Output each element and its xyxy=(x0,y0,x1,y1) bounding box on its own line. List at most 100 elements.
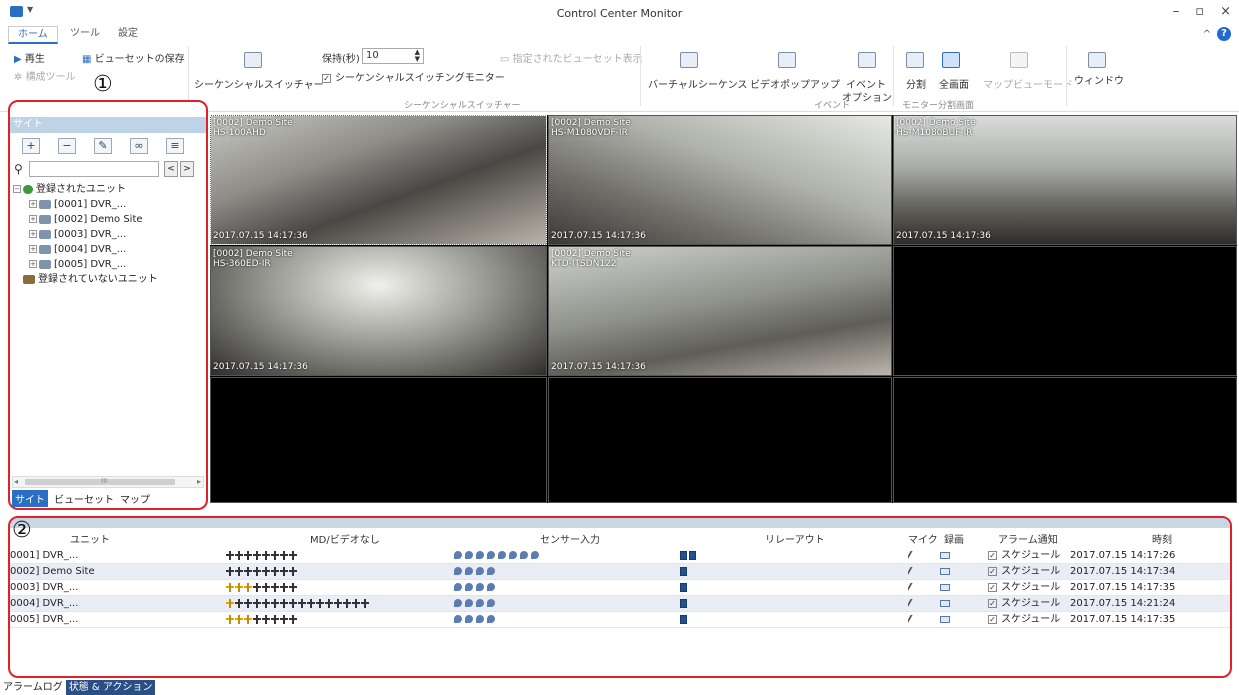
scroll-thumb[interactable] xyxy=(25,479,175,485)
time-cell: 2017.07.15 14:17:34 xyxy=(1070,566,1176,577)
link-icon[interactable]: ∞ xyxy=(130,138,148,154)
relay-icon[interactable] xyxy=(680,582,687,592)
expand-icon[interactable]: + xyxy=(29,200,37,208)
tab-alarm-log[interactable]: アラームログ xyxy=(0,680,66,695)
mic-icon[interactable] xyxy=(908,614,917,624)
relay-icon[interactable] xyxy=(689,550,696,560)
motion-icon xyxy=(334,598,342,608)
collapse-icon[interactable]: − xyxy=(13,185,21,193)
alarm-checkbox[interactable]: ✓ xyxy=(988,614,997,624)
save-viewset-button[interactable]: ▦ ビューセットの保存 xyxy=(82,50,185,65)
video-tile-empty[interactable] xyxy=(893,246,1237,376)
config-tool-button[interactable]: ✲ 構成ツール xyxy=(14,68,76,83)
specified-viewset-button[interactable]: ▭ 指定されたビューセット表示 xyxy=(500,50,643,65)
spinner-icon[interactable]: ▲ ▼ xyxy=(415,49,420,63)
tab-status-action[interactable]: 状態 & アクション xyxy=(65,680,156,695)
next-button[interactable]: > xyxy=(180,161,194,177)
tab-map[interactable]: マップ xyxy=(120,491,150,506)
sort-icon[interactable]: ≡ xyxy=(166,138,184,154)
table-row[interactable]: 0005] DVR_... ✓ スケジュール 2017.07.15 14:17:35 xyxy=(10,612,1230,628)
alarm-checkbox[interactable]: ✓ xyxy=(988,598,997,608)
motion-icon xyxy=(307,598,315,608)
tab-home[interactable]: ホーム xyxy=(8,26,58,44)
relay-icon[interactable] xyxy=(680,550,687,560)
mic-icon[interactable] xyxy=(908,566,917,576)
window-button[interactable]: ウィンドウ xyxy=(1074,72,1124,87)
globe-icon xyxy=(23,184,33,194)
video-timestamp: 2017.07.15 14:17:36 xyxy=(213,362,308,372)
table-row[interactable]: 0002] Demo Site ✓ スケジュール 2017.07.15 14:17:3… xyxy=(10,564,1230,580)
tree-item-unit[interactable]: + [0005] DVR_... xyxy=(13,257,205,272)
video-tile-empty[interactable] xyxy=(210,377,547,503)
mic-icon[interactable] xyxy=(908,598,917,608)
record-icon[interactable] xyxy=(940,567,950,575)
horizontal-scrollbar[interactable]: ◂ III ▸ xyxy=(12,476,204,488)
mic-icon[interactable] xyxy=(908,582,917,592)
expand-icon[interactable]: + xyxy=(29,260,37,268)
record-icon[interactable] xyxy=(940,615,950,623)
video-tile[interactable]: [0002] Demo Site KTD-ITSDN122 2017.07.15 … xyxy=(548,246,892,376)
fullscreen-button[interactable]: 全画面 xyxy=(939,76,969,91)
video-tile[interactable]: [0002] Demo Site HS-360ED-IR 2017.07.15 1… xyxy=(210,246,547,376)
hold-seconds-input[interactable]: 10 ▲ ▼ xyxy=(362,48,424,64)
record-icon[interactable] xyxy=(940,583,950,591)
table-row[interactable]: 0001] DVR_... ✓ スケジュール 2017.07.15 14:17:26 xyxy=(10,548,1230,564)
alarm-checkbox[interactable]: ✓ xyxy=(988,566,997,576)
tree-item-registered[interactable]: − 登録されたユニット xyxy=(13,182,205,197)
expand-icon[interactable]: + xyxy=(29,230,37,238)
col-md: MD/ビデオなし xyxy=(310,535,380,546)
relay-icon[interactable] xyxy=(680,566,687,576)
scroll-right-icon[interactable]: ▸ xyxy=(197,477,201,486)
viewset-icon: ▭ xyxy=(500,54,513,65)
map-view-button[interactable]: マップビューモード xyxy=(983,76,1073,91)
virtual-seq-button[interactable]: バーチャルシーケンス xyxy=(648,76,747,91)
expand-icon[interactable]: + xyxy=(29,215,37,223)
site-panel: サイト + − ✎ ∞ ≡ ⚲ < > − 登録されたユニット + [0001] D… xyxy=(8,100,208,510)
prev-button[interactable]: < xyxy=(164,161,178,177)
split-button[interactable]: 分割 xyxy=(906,76,926,91)
remove-icon[interactable]: − xyxy=(58,138,76,154)
tree-item-unregistered[interactable]: 登録されていないユニット xyxy=(13,272,205,287)
tab-site[interactable]: サイト xyxy=(12,489,48,507)
video-tile-empty[interactable] xyxy=(893,377,1237,503)
gear-icon: ✲ xyxy=(14,72,26,83)
play-button[interactable]: ▶ 再生 xyxy=(14,50,45,65)
video-popup-button[interactable]: ビデオポップアップ xyxy=(750,76,840,91)
restore-icon[interactable]: ▫ xyxy=(1195,4,1204,19)
minimize-icon[interactable]: – xyxy=(1173,4,1180,19)
table-row[interactable]: 0003] DVR_... ✓ スケジュール 2017.07.15 14:17:35 xyxy=(10,580,1230,596)
video-tile[interactable]: [0002] Demo Site HS-M1080VDF-IR 2017.07.1… xyxy=(548,115,892,245)
video-tile[interactable]: [0002] Demo Site HS-M1080BUF-IR 2017.07.1… xyxy=(893,115,1237,245)
tab-settings[interactable]: 設定 xyxy=(118,26,138,44)
rec-cell xyxy=(940,564,950,580)
relay-icon[interactable] xyxy=(680,614,687,624)
expand-icon[interactable]: + xyxy=(29,245,37,253)
tree-item-unit[interactable]: + [0004] DVR_... xyxy=(13,242,205,257)
table-row[interactable]: 0004] DVR_... ✓ スケジュール 2017.07.15 14:21:24 xyxy=(10,596,1230,612)
edit-icon[interactable]: ✎ xyxy=(94,138,112,154)
tree-item-unit[interactable]: + [0001] DVR_... xyxy=(13,197,205,212)
record-icon[interactable] xyxy=(940,551,950,559)
site-search-input[interactable] xyxy=(29,161,159,177)
seq-switcher-button[interactable]: シーケンシャルスイッチャー xyxy=(194,76,324,91)
tab-viewset[interactable]: ビューセット xyxy=(54,491,114,506)
tree-item-unit[interactable]: + [0002] Demo Site xyxy=(13,212,205,227)
close-icon[interactable]: × xyxy=(1220,4,1231,19)
ribbon-tabs: ホーム ツール 設定 ^ ? xyxy=(0,26,1239,44)
alarm-checkbox[interactable]: ✓ xyxy=(988,550,997,560)
seq-monitor-checkbox[interactable]: ✓ シーケンシャルスイッチングモニター xyxy=(322,69,505,84)
collapse-ribbon-icon[interactable]: ^ xyxy=(1203,29,1211,40)
help-icon[interactable]: ? xyxy=(1217,27,1231,41)
relay-icon[interactable] xyxy=(680,598,687,608)
tab-tools[interactable]: ツール xyxy=(70,26,100,44)
seq-switcher-icon xyxy=(244,52,262,68)
alarm-checkbox[interactable]: ✓ xyxy=(988,582,997,592)
video-tile[interactable]: [0002] Demo Site HS-100AHD 2017.07.15 14:… xyxy=(210,115,547,245)
add-icon[interactable]: + xyxy=(22,138,40,154)
tree-item-unit[interactable]: + [0003] DVR_... xyxy=(13,227,205,242)
scroll-left-icon[interactable]: ◂ xyxy=(14,477,18,486)
video-tile-empty[interactable] xyxy=(548,377,892,503)
record-icon[interactable] xyxy=(940,599,950,607)
mic-icon[interactable] xyxy=(908,550,917,560)
sensor-icon xyxy=(520,551,528,559)
